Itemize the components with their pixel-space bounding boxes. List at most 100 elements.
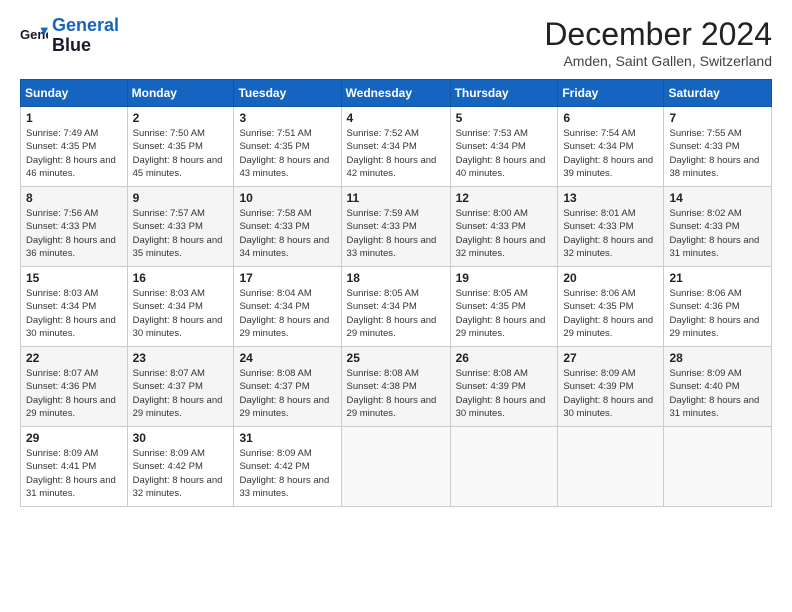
day-number: 11	[347, 191, 445, 205]
col-monday: Monday	[127, 80, 234, 107]
col-tuesday: Tuesday	[234, 80, 341, 107]
day-info: Sunrise: 8:03 AM Sunset: 4:34 PM Dayligh…	[133, 288, 223, 339]
day-info: Sunrise: 7:53 AM Sunset: 4:34 PM Dayligh…	[456, 128, 546, 179]
col-saturday: Saturday	[664, 80, 772, 107]
header: General GeneralBlue December 2024 Amden,…	[20, 16, 772, 69]
location-title: Amden, Saint Gallen, Switzerland	[544, 53, 772, 69]
day-number: 5	[456, 111, 553, 125]
day-info: Sunrise: 7:55 AM Sunset: 4:33 PM Dayligh…	[669, 128, 759, 179]
day-number: 3	[239, 111, 335, 125]
day-info: Sunrise: 7:59 AM Sunset: 4:33 PM Dayligh…	[347, 208, 437, 259]
day-number: 13	[563, 191, 658, 205]
table-row: 15 Sunrise: 8:03 AM Sunset: 4:34 PM Dayl…	[21, 267, 128, 347]
day-info: Sunrise: 8:06 AM Sunset: 4:36 PM Dayligh…	[669, 288, 759, 339]
day-info: Sunrise: 8:05 AM Sunset: 4:35 PM Dayligh…	[456, 288, 546, 339]
title-block: December 2024 Amden, Saint Gallen, Switz…	[544, 16, 772, 69]
day-info: Sunrise: 8:06 AM Sunset: 4:35 PM Dayligh…	[563, 288, 653, 339]
day-info: Sunrise: 8:09 AM Sunset: 4:42 PM Dayligh…	[239, 448, 329, 499]
table-row: 1 Sunrise: 7:49 AM Sunset: 4:35 PM Dayli…	[21, 107, 128, 187]
day-number: 25	[347, 351, 445, 365]
day-info: Sunrise: 7:52 AM Sunset: 4:34 PM Dayligh…	[347, 128, 437, 179]
table-row: 20 Sunrise: 8:06 AM Sunset: 4:35 PM Dayl…	[558, 267, 664, 347]
day-number: 19	[456, 271, 553, 285]
table-row: 13 Sunrise: 8:01 AM Sunset: 4:33 PM Dayl…	[558, 187, 664, 267]
empty-cell	[450, 427, 558, 507]
logo: General GeneralBlue	[20, 16, 119, 56]
day-info: Sunrise: 7:57 AM Sunset: 4:33 PM Dayligh…	[133, 208, 223, 259]
table-row: 28 Sunrise: 8:09 AM Sunset: 4:40 PM Dayl…	[664, 347, 772, 427]
day-number: 4	[347, 111, 445, 125]
day-number: 18	[347, 271, 445, 285]
table-row: 14 Sunrise: 8:02 AM Sunset: 4:33 PM Dayl…	[664, 187, 772, 267]
col-sunday: Sunday	[21, 80, 128, 107]
day-number: 26	[456, 351, 553, 365]
table-row: 21 Sunrise: 8:06 AM Sunset: 4:36 PM Dayl…	[664, 267, 772, 347]
table-row: 5 Sunrise: 7:53 AM Sunset: 4:34 PM Dayli…	[450, 107, 558, 187]
table-row: 12 Sunrise: 8:00 AM Sunset: 4:33 PM Dayl…	[450, 187, 558, 267]
table-row: 4 Sunrise: 7:52 AM Sunset: 4:34 PM Dayli…	[341, 107, 450, 187]
day-number: 1	[26, 111, 122, 125]
table-row: 19 Sunrise: 8:05 AM Sunset: 4:35 PM Dayl…	[450, 267, 558, 347]
day-number: 12	[456, 191, 553, 205]
day-number: 10	[239, 191, 335, 205]
day-number: 14	[669, 191, 766, 205]
day-info: Sunrise: 7:56 AM Sunset: 4:33 PM Dayligh…	[26, 208, 116, 259]
day-info: Sunrise: 8:07 AM Sunset: 4:37 PM Dayligh…	[133, 368, 223, 419]
table-row: 22 Sunrise: 8:07 AM Sunset: 4:36 PM Dayl…	[21, 347, 128, 427]
day-number: 2	[133, 111, 229, 125]
table-row: 30 Sunrise: 8:09 AM Sunset: 4:42 PM Dayl…	[127, 427, 234, 507]
table-row: 7 Sunrise: 7:55 AM Sunset: 4:33 PM Dayli…	[664, 107, 772, 187]
col-friday: Friday	[558, 80, 664, 107]
day-info: Sunrise: 8:09 AM Sunset: 4:41 PM Dayligh…	[26, 448, 116, 499]
day-info: Sunrise: 7:58 AM Sunset: 4:33 PM Dayligh…	[239, 208, 329, 259]
table-row: 29 Sunrise: 8:09 AM Sunset: 4:41 PM Dayl…	[21, 427, 128, 507]
table-row: 31 Sunrise: 8:09 AM Sunset: 4:42 PM Dayl…	[234, 427, 341, 507]
day-number: 9	[133, 191, 229, 205]
table-row: 18 Sunrise: 8:05 AM Sunset: 4:34 PM Dayl…	[341, 267, 450, 347]
day-number: 15	[26, 271, 122, 285]
day-info: Sunrise: 8:00 AM Sunset: 4:33 PM Dayligh…	[456, 208, 546, 259]
day-number: 16	[133, 271, 229, 285]
day-number: 29	[26, 431, 122, 445]
day-info: Sunrise: 8:03 AM Sunset: 4:34 PM Dayligh…	[26, 288, 116, 339]
day-number: 27	[563, 351, 658, 365]
day-info: Sunrise: 8:05 AM Sunset: 4:34 PM Dayligh…	[347, 288, 437, 339]
day-info: Sunrise: 8:09 AM Sunset: 4:42 PM Dayligh…	[133, 448, 223, 499]
day-info: Sunrise: 7:51 AM Sunset: 4:35 PM Dayligh…	[239, 128, 329, 179]
table-row: 3 Sunrise: 7:51 AM Sunset: 4:35 PM Dayli…	[234, 107, 341, 187]
table-row: 26 Sunrise: 8:08 AM Sunset: 4:39 PM Dayl…	[450, 347, 558, 427]
table-row: 8 Sunrise: 7:56 AM Sunset: 4:33 PM Dayli…	[21, 187, 128, 267]
calendar-table: Sunday Monday Tuesday Wednesday Thursday…	[20, 79, 772, 507]
table-row: 16 Sunrise: 8:03 AM Sunset: 4:34 PM Dayl…	[127, 267, 234, 347]
day-number: 17	[239, 271, 335, 285]
logo-text: GeneralBlue	[52, 16, 119, 56]
table-row: 23 Sunrise: 8:07 AM Sunset: 4:37 PM Dayl…	[127, 347, 234, 427]
day-number: 28	[669, 351, 766, 365]
empty-cell	[664, 427, 772, 507]
empty-cell	[558, 427, 664, 507]
table-row: 2 Sunrise: 7:50 AM Sunset: 4:35 PM Dayli…	[127, 107, 234, 187]
table-row: 25 Sunrise: 8:08 AM Sunset: 4:38 PM Dayl…	[341, 347, 450, 427]
logo-icon: General	[20, 22, 48, 50]
day-number: 24	[239, 351, 335, 365]
day-info: Sunrise: 7:54 AM Sunset: 4:34 PM Dayligh…	[563, 128, 653, 179]
day-info: Sunrise: 8:07 AM Sunset: 4:36 PM Dayligh…	[26, 368, 116, 419]
day-info: Sunrise: 8:04 AM Sunset: 4:34 PM Dayligh…	[239, 288, 329, 339]
day-info: Sunrise: 8:09 AM Sunset: 4:39 PM Dayligh…	[563, 368, 653, 419]
day-info: Sunrise: 8:08 AM Sunset: 4:39 PM Dayligh…	[456, 368, 546, 419]
table-row: 24 Sunrise: 8:08 AM Sunset: 4:37 PM Dayl…	[234, 347, 341, 427]
day-number: 6	[563, 111, 658, 125]
day-number: 31	[239, 431, 335, 445]
day-number: 20	[563, 271, 658, 285]
day-info: Sunrise: 8:09 AM Sunset: 4:40 PM Dayligh…	[669, 368, 759, 419]
day-number: 22	[26, 351, 122, 365]
table-row: 10 Sunrise: 7:58 AM Sunset: 4:33 PM Dayl…	[234, 187, 341, 267]
day-info: Sunrise: 7:49 AM Sunset: 4:35 PM Dayligh…	[26, 128, 116, 179]
page: General GeneralBlue December 2024 Amden,…	[0, 0, 792, 612]
table-row: 17 Sunrise: 8:04 AM Sunset: 4:34 PM Dayl…	[234, 267, 341, 347]
day-number: 30	[133, 431, 229, 445]
col-wednesday: Wednesday	[341, 80, 450, 107]
day-info: Sunrise: 8:02 AM Sunset: 4:33 PM Dayligh…	[669, 208, 759, 259]
table-row: 6 Sunrise: 7:54 AM Sunset: 4:34 PM Dayli…	[558, 107, 664, 187]
table-row: 9 Sunrise: 7:57 AM Sunset: 4:33 PM Dayli…	[127, 187, 234, 267]
